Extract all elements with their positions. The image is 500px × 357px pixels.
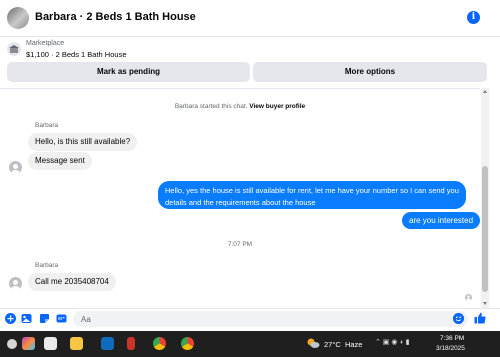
sender-avatar[interactable] xyxy=(9,161,22,174)
scrollbar-thumb[interactable] xyxy=(482,166,488,292)
incoming-message[interactable]: Call me 2035408704 xyxy=(28,273,116,291)
sender-name: Barbara xyxy=(35,122,59,129)
weather-icon[interactable] xyxy=(306,337,320,349)
weather-readout[interactable]: 27°C Haze xyxy=(324,340,362,349)
outgoing-message[interactable]: Hello, yes the house is still available … xyxy=(158,181,466,209)
system-tray[interactable]: ⌃ ▣ ◉ ◗ ▮ xyxy=(375,338,409,346)
outlook-icon[interactable] xyxy=(101,337,114,350)
read-receipt-icon xyxy=(465,294,472,301)
message-input[interactable] xyxy=(73,311,468,327)
gif-icon[interactable] xyxy=(56,313,67,324)
file-explorer-icon[interactable] xyxy=(70,337,83,350)
view-buyer-profile-link[interactable]: View buyer profile xyxy=(249,103,305,110)
listing-avatar[interactable] xyxy=(7,7,29,29)
composer-divider xyxy=(0,308,500,309)
chat-start-text: Barbara started this chat. xyxy=(174,103,248,110)
sticker-icon[interactable] xyxy=(39,313,50,324)
incoming-message[interactable]: Hello, is this still available? xyxy=(28,133,138,151)
mark-as-pending-button[interactable]: Mark as pending xyxy=(7,62,250,82)
info-icon[interactable]: i xyxy=(467,11,480,24)
more-options-button[interactable]: More options xyxy=(253,62,487,82)
photo-icon[interactable] xyxy=(21,313,32,324)
weather-temperature: 27°C xyxy=(324,340,341,349)
clock-date[interactable]: 3/18/2025 xyxy=(436,345,465,352)
sender-name: Barbara xyxy=(35,262,59,269)
copilot-icon[interactable] xyxy=(22,337,35,350)
thumbs-up-icon[interactable] xyxy=(474,312,486,324)
listing-detail[interactable]: $1,100 · 2 Beds 1 Bath House xyxy=(26,50,127,59)
plus-circle-icon[interactable] xyxy=(5,313,16,324)
search-icon[interactable] xyxy=(7,339,17,349)
incoming-message[interactable]: Message sent xyxy=(28,152,92,170)
marketplace-thumbnail-icon xyxy=(7,42,21,56)
chat-start-notice: Barbara started this chat. View buyer pr… xyxy=(0,103,480,110)
widgets-icon[interactable] xyxy=(44,337,57,350)
chrome-profile-icon[interactable] xyxy=(181,337,194,350)
sender-avatar[interactable] xyxy=(9,277,22,290)
time-separator: 7:07 PM xyxy=(227,241,253,248)
listing-divider xyxy=(0,88,480,89)
outgoing-message[interactable]: are you interested xyxy=(402,212,481,229)
scroll-down-icon[interactable] xyxy=(483,302,487,305)
emoji-icon[interactable] xyxy=(453,313,464,324)
conversation-title[interactable]: Barbara · 2 Beds 1 Bath House xyxy=(35,11,196,23)
app-pinned-icon[interactable] xyxy=(127,337,135,350)
weather-description: Haze xyxy=(344,340,363,349)
marketplace-label: Marketplace xyxy=(26,40,65,47)
clock-time[interactable]: 7:36 PM xyxy=(440,335,464,342)
chrome-icon[interactable] xyxy=(153,337,166,350)
scroll-up-icon[interactable] xyxy=(483,90,487,93)
header-divider xyxy=(0,36,500,37)
